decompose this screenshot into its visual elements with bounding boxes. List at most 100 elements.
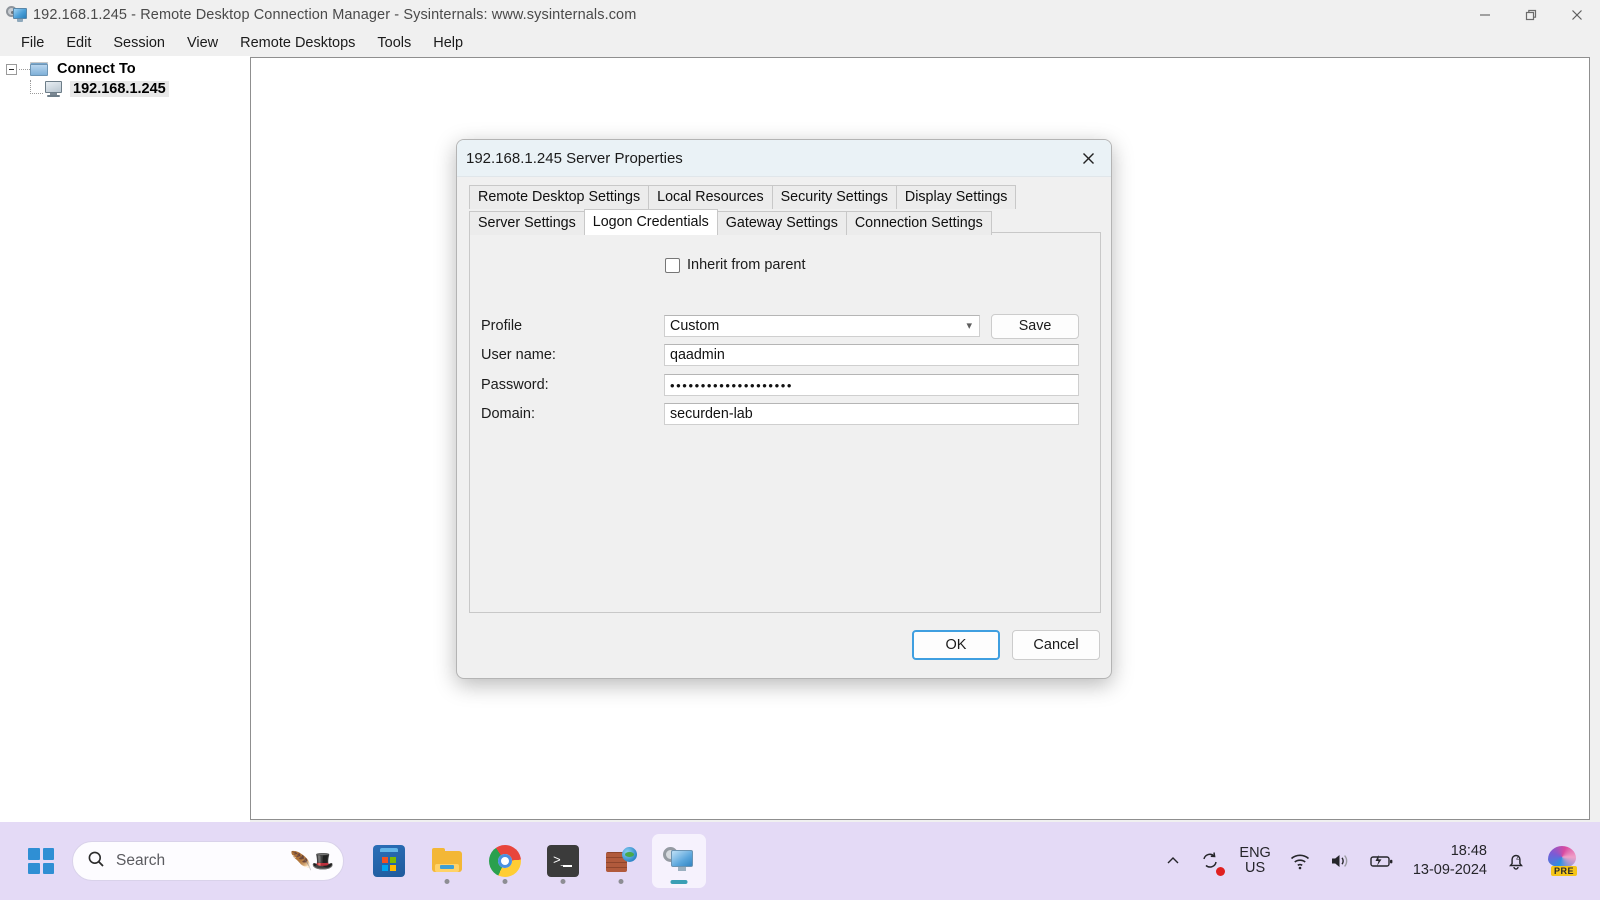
language-indicator[interactable]: ENG US — [1230, 838, 1279, 884]
ok-button[interactable]: OK — [912, 630, 1000, 660]
tab-remote-desktop-settings[interactable]: Remote Desktop Settings — [469, 185, 650, 209]
clock[interactable]: 18:48 13-09-2024 — [1404, 838, 1496, 884]
taskbar-apps: Search 🪶🎩 >_ — [20, 822, 708, 900]
running-indicator — [618, 879, 624, 884]
copilot-icon[interactable]: PRE — [1536, 838, 1588, 884]
rdcman-icon — [6, 5, 28, 25]
dialog-tabstrip: Remote Desktop Settings Local Resources … — [469, 185, 1101, 235]
dialog-footer: OK Cancel — [912, 630, 1100, 660]
alert-badge — [1216, 867, 1226, 876]
tab-display-settings[interactable]: Display Settings — [895, 185, 1017, 209]
tab-local-resources[interactable]: Local Resources — [648, 185, 773, 209]
microsoft-store-icon — [373, 845, 405, 877]
tab-row-primary: Remote Desktop Settings Local Resources … — [469, 185, 1101, 209]
username-row: User name: qaadmin — [481, 344, 1091, 366]
taskbar-app-file-explorer[interactable] — [420, 834, 474, 888]
battery-charging-icon[interactable] — [1360, 838, 1404, 884]
taskbar-app-google-chrome[interactable] — [478, 834, 532, 888]
taskbar-app-microsoft-store[interactable] — [362, 834, 416, 888]
logon-credentials-panel: Inherit from parent Profile Custom ▾ Sav… — [469, 232, 1101, 613]
inherit-from-parent-row[interactable]: Inherit from parent — [665, 257, 805, 273]
notification-bell-icon[interactable]: z — [1496, 838, 1536, 884]
running-indicator — [560, 879, 566, 884]
save-button[interactable]: Save — [991, 313, 1079, 339]
windows-start-icon[interactable] — [20, 840, 62, 882]
system-tray: ENG US 18:48 13-09-2024 z PRE — [1156, 822, 1588, 900]
minimize-icon[interactable] — [1462, 0, 1508, 30]
tree-item-connect-to[interactable]: Connect To — [0, 59, 250, 79]
profile-dropdown[interactable]: Custom ▾ — [664, 315, 980, 337]
window-title: 192.168.1.245 - Remote Desktop Connectio… — [33, 7, 637, 23]
google-chrome-icon — [489, 845, 521, 877]
sync-status-icon[interactable] — [1190, 838, 1230, 884]
windows-taskbar: Search 🪶🎩 >_ ENG US 18:48 13-09-2024 z P… — [0, 822, 1600, 900]
tab-gateway-settings[interactable]: Gateway Settings — [716, 211, 847, 235]
dialog-titlebar: 192.168.1.245 Server Properties — [457, 140, 1111, 177]
tree-connector — [19, 68, 30, 70]
inherit-from-parent-label: Inherit from parent — [687, 257, 806, 273]
folder-icon — [30, 62, 48, 76]
file-explorer-icon — [431, 845, 463, 877]
search-icon — [87, 850, 105, 873]
chevron-down-icon: ▾ — [966, 319, 972, 332]
tree-item-192-168-1-245[interactable]: 192.168.1.245 — [0, 79, 250, 99]
cancel-button[interactable]: Cancel — [1012, 630, 1100, 660]
profile-label: Profile — [481, 318, 523, 334]
tab-server-settings[interactable]: Server Settings — [469, 211, 585, 235]
volume-icon[interactable] — [1320, 838, 1360, 884]
window-titlebar: 192.168.1.245 - Remote Desktop Connectio… — [0, 0, 1600, 30]
menu-item-tools[interactable]: Tools — [366, 32, 422, 54]
inherit-from-parent-checkbox[interactable] — [665, 257, 680, 273]
svg-text:z: z — [1516, 855, 1520, 862]
close-icon[interactable] — [1066, 140, 1111, 176]
menu-item-session[interactable]: Session — [102, 32, 176, 54]
password-row: Password: •••••••••••••••••••• — [481, 374, 1091, 396]
domain-label: Domain: — [481, 406, 535, 422]
search-placeholder: Search — [116, 852, 166, 869]
menu-item-help[interactable]: Help — [422, 32, 474, 54]
language-line-2: US — [1245, 860, 1266, 876]
firewall-icon — [605, 845, 637, 877]
close-icon[interactable] — [1554, 0, 1600, 30]
window-controls — [1462, 0, 1600, 30]
taskbar-app-rdcman[interactable] — [652, 834, 706, 888]
chevron-up-icon[interactable] — [1156, 838, 1190, 884]
username-input[interactable]: qaadmin — [664, 344, 1079, 366]
domain-input[interactable]: securden-lab — [664, 403, 1079, 425]
username-label: User name: — [481, 347, 556, 363]
tab-security-settings[interactable]: Security Settings — [771, 185, 897, 209]
tree-connector — [30, 79, 43, 94]
clock-time: 18:48 — [1450, 843, 1487, 859]
taskbar-app-firewall[interactable] — [594, 834, 648, 888]
menu-item-file[interactable]: File — [10, 32, 55, 54]
taskbar-app-windows-terminal[interactable]: >_ — [536, 834, 590, 888]
search-decoration-icon: 🪶🎩 — [290, 850, 334, 871]
menu-item-edit[interactable]: Edit — [55, 32, 102, 54]
clock-date: 13-09-2024 — [1412, 862, 1487, 878]
server-tree-pane: Connect To 192.168.1.245 — [0, 56, 250, 822]
tree-expander-icon[interactable] — [6, 63, 17, 75]
computer-icon — [44, 81, 64, 97]
menu-item-view[interactable]: View — [176, 32, 229, 54]
running-indicator — [502, 879, 508, 884]
password-input[interactable]: •••••••••••••••••••• — [664, 374, 1079, 396]
profile-selected-value: Custom — [670, 318, 720, 334]
tab-logon-credentials[interactable]: Logon Credentials — [583, 209, 718, 235]
domain-row: Domain: securden-lab — [481, 403, 1091, 425]
application-window: 192.168.1.245 - Remote Desktop Connectio… — [0, 0, 1600, 822]
tree-item-label: 192.168.1.245 — [70, 81, 169, 97]
profile-row: Profile Custom ▾ Save — [481, 313, 1091, 339]
wifi-icon[interactable] — [1280, 838, 1320, 884]
rdcman-icon — [663, 845, 695, 877]
password-label: Password: — [481, 377, 549, 393]
windows-terminal-icon: >_ — [547, 845, 579, 877]
restore-icon[interactable] — [1508, 0, 1554, 30]
running-indicator — [444, 879, 450, 884]
menu-item-remote-desktops[interactable]: Remote Desktops — [229, 32, 366, 54]
tab-connection-settings[interactable]: Connection Settings — [845, 211, 992, 235]
copilot-glyph — [1548, 846, 1576, 868]
tab-row-secondary: Server Settings Logon Credentials Gatewa… — [469, 209, 1101, 235]
search-input[interactable]: Search 🪶🎩 — [72, 841, 344, 881]
tree-item-label: Connect To — [57, 61, 136, 77]
server-properties-dialog: 192.168.1.245 Server Properties Remote D… — [456, 139, 1112, 679]
